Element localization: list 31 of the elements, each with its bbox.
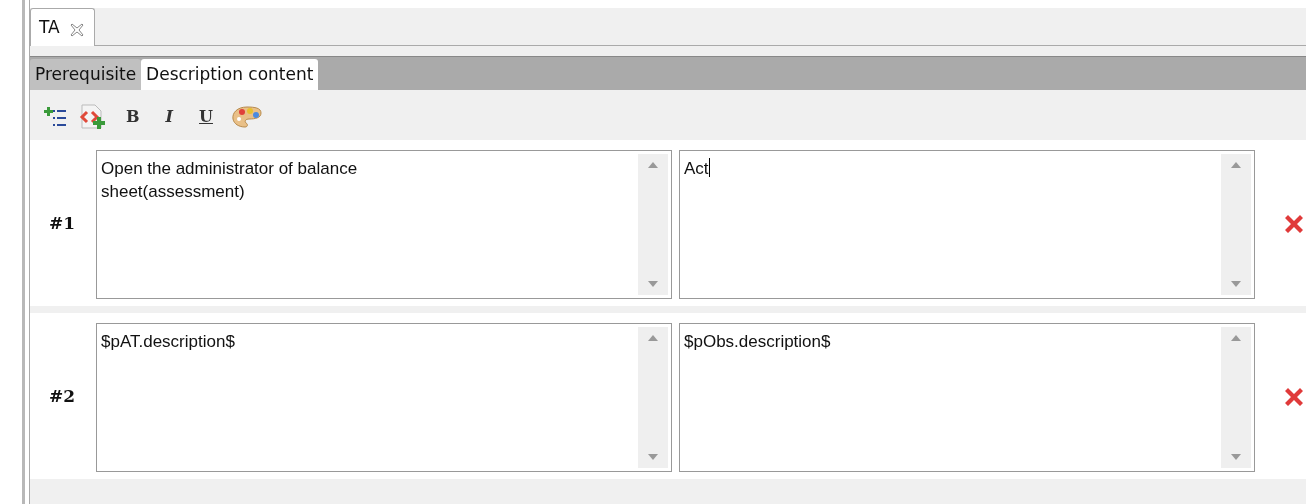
row-number: #2 bbox=[49, 385, 77, 409]
text-area[interactable]: $pAT.description$ bbox=[96, 322, 672, 472]
scrollbar[interactable] bbox=[1221, 153, 1251, 295]
list-add-icon[interactable] bbox=[44, 106, 68, 128]
code-file-add-icon[interactable] bbox=[78, 104, 108, 130]
scroll-up-icon[interactable] bbox=[1231, 161, 1241, 168]
tab[interactable]: Description content bbox=[141, 59, 319, 90]
scroll-up-icon[interactable] bbox=[1231, 334, 1241, 341]
field-text: $pAT.description$ bbox=[101, 330, 235, 353]
scroll-down-icon[interactable] bbox=[648, 280, 658, 287]
scroll-up-icon[interactable] bbox=[648, 334, 658, 341]
scroll-down-icon[interactable] bbox=[1231, 453, 1241, 460]
bold-button[interactable]: B bbox=[126, 107, 140, 127]
scrollbar[interactable] bbox=[638, 153, 668, 295]
underline-button[interactable]: U bbox=[199, 107, 213, 127]
field-text: $pObs.description$ bbox=[684, 330, 831, 353]
italic-button[interactable]: I bbox=[165, 107, 173, 127]
scroll-down-icon[interactable] bbox=[1231, 280, 1241, 287]
scroll-down-icon[interactable] bbox=[648, 453, 658, 460]
editor-tab[interactable]: TA bbox=[30, 8, 95, 46]
scroll-up-icon[interactable] bbox=[648, 161, 658, 168]
text-area[interactable]: $pObs.description$ bbox=[679, 322, 1255, 472]
scrollbar[interactable] bbox=[638, 326, 668, 468]
text-area[interactable]: Open the administrator of balance sheet(assessment) bbox=[96, 149, 672, 299]
row-number: #1 bbox=[49, 212, 77, 236]
field-text: Act bbox=[684, 157, 709, 180]
palette-icon[interactable] bbox=[230, 105, 263, 129]
scrollbar[interactable] bbox=[1221, 326, 1251, 468]
field-text: Open the administrator of balance sheet(assessment) bbox=[101, 157, 359, 203]
text-area[interactable]: Act bbox=[679, 149, 1255, 299]
tab[interactable]: Prerequisite bbox=[30, 59, 142, 90]
